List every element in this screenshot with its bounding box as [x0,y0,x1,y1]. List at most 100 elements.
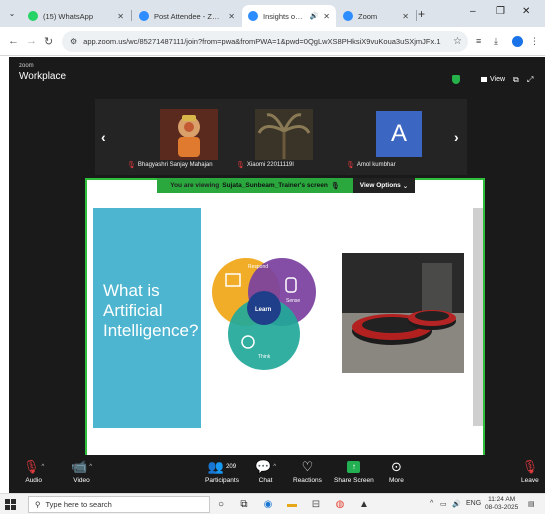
participant-label: 🎙 Bhagyashri Sanjay Mahajan [127,162,213,169]
volume-icon[interactable]: 🔊 [452,500,461,508]
participant-thumb-bhagyashri [160,109,218,160]
download-icon[interactable]: ⤓ [494,36,498,47]
screen-share-banner: You are viewing Sujata_Sunbeam_Trainer's… [157,178,353,193]
bookmark-star-icon[interactable]: ☆ [453,36,462,47]
mic-muted-icon: 🎙 [23,459,40,474]
windows-start-icon[interactable] [5,499,16,510]
tab-insights-on-ai[interactable]: Insights on AI 🔊 ✕ [242,5,336,27]
close-icon[interactable]: ✕ [402,12,409,21]
photos-icon[interactable]: ▲ [357,498,371,512]
chat-button[interactable]: 💬 ^ Chat [255,459,276,485]
fullscreen-icon[interactable]: ⤢ [527,75,533,85]
ai-venn-diagram: Respond Sense Learn Think [212,258,316,370]
browser-tab-bar: ⌄ (15) WhatsApp ✕ Post Attendee - Zoom ✕… [0,0,545,27]
zoom-icon [248,11,258,21]
slide-title: What is Artificial Intelligence? [103,281,199,340]
close-icon[interactable]: ✕ [117,12,124,21]
tab-separator [131,10,132,21]
close-icon[interactable]: ✕ [228,12,235,21]
participant-thumb-xiaomi [255,109,313,160]
store-icon[interactable]: ⊟ [309,498,323,512]
restore-button[interactable]: ❐ [496,6,505,17]
speaker-icon[interactable]: 🔊 [310,12,319,20]
notification-icon[interactable]: ▤ [528,500,535,508]
participant-avatar-amol: A [376,111,422,157]
audio-button[interactable]: 🎙 ^ Audio [23,459,45,485]
meeting-toolbar: 🎙 ^ Audio 📹 ^ Video 👥 209 Participants 💬 ^ C… [9,455,545,493]
share-screen-icon: ↑ [347,461,361,473]
close-window-button[interactable]: ✕ [522,6,530,17]
robot-vacuum-image [342,253,464,373]
venn-label-top: Respond [248,264,268,270]
tab-search-chevron-icon[interactable]: ⌄ [6,8,18,20]
palm-image [255,109,313,160]
zoom-meeting-window: zoom Workplace View ⧉ ⤢ ‹ 🎙 Bhagyashri S… [9,57,545,493]
chevron-down-icon: ⌄ [402,182,409,190]
participant-video-strip: ‹ 🎙 Bhagyashri Sanjay Mahajan 🎙 Xiaomi 2… [95,99,467,175]
leave-button[interactable]: 🎙 Leave [521,459,539,485]
reactions-button[interactable]: ♡ Reactions [293,459,322,485]
slide-scrollbar[interactable] [473,208,483,426]
taskbar-search-box[interactable]: ⚲ Type here to search [28,496,210,513]
security-shield-icon[interactable] [452,75,460,84]
tab-search-icon[interactable]: ≡ [476,36,481,46]
network-icon[interactable]: ▭ [440,500,447,508]
chrome-icon[interactable]: ◍ [333,498,347,512]
mic-muted-icon: 🎙 [236,162,245,169]
more-menu-icon[interactable]: ⋮ [530,36,539,47]
chevron-up-icon[interactable]: ^ [273,460,276,474]
more-dots-icon: ⊙ [390,459,402,474]
minimize-button[interactable]: – [470,6,476,17]
url-text[interactable]: app.zoom.us/wc/85271487111/join?from=pwa… [83,37,447,46]
zoom-logo-small: zoom [19,63,34,69]
forward-arrow-icon[interactable]: → [26,35,37,47]
venn-label-right: Sense [286,298,300,304]
tab-post-attendee[interactable]: Post Attendee - Zoom ✕ [133,5,241,27]
tab-whatsapp[interactable]: (15) WhatsApp ✕ [22,5,130,27]
cortana-icon[interactable]: ○ [214,498,228,512]
venn-label-bottom: Think [258,354,271,360]
zoom-icon [139,11,149,21]
view-button[interactable]: View [481,76,505,83]
share-screen-button[interactable]: ↑ Share Screen [334,459,374,484]
participants-button[interactable]: 👥 209 Participants [205,459,239,485]
grid-icon [481,77,487,82]
chat-icon: 💬 [255,459,272,474]
video-button[interactable]: 📹 ^ Video [71,459,92,485]
view-options-button[interactable]: View Options ⌄ [353,178,415,193]
participant-label: 🎙 Amol kumbhar [346,162,396,169]
venn-label-center: Learn [255,307,272,313]
leave-icon: 🎙 [521,459,539,474]
participants-count: 209 [226,464,237,470]
slide-title-panel: What is Artificial Intelligence? [93,208,201,428]
back-arrow-icon[interactable]: ← [8,35,19,47]
zoom-workplace-logo: Workplace [19,71,67,82]
tray-chevron-up-icon[interactable]: ^ [430,500,433,507]
reload-icon[interactable]: ↻ [44,35,53,48]
address-bar[interactable]: ⚙ app.zoom.us/wc/85271487111/join?from=p… [62,31,468,52]
whatsapp-icon [28,11,38,21]
language-indicator[interactable]: ENG [466,500,481,507]
search-icon: ⚲ [35,500,41,509]
mic-muted-icon: 🎙 [127,162,136,169]
chevron-right-icon[interactable]: › [454,129,459,145]
chevron-left-icon[interactable]: ‹ [101,129,106,145]
close-icon[interactable]: ✕ [323,12,330,21]
file-explorer-icon[interactable]: ▬ [285,498,299,512]
edge-icon[interactable]: ◉ [261,498,275,512]
tab-zoom[interactable]: Zoom ✕ [337,5,415,27]
taskbar-clock[interactable]: 11:24 AM 08-03-2025 [485,496,518,512]
shared-screen: What is Artificial Intelligence? Respond… [85,178,485,458]
chevron-up-icon[interactable]: ^ [89,460,92,474]
profile-avatar[interactable] [512,36,523,47]
pip-icon[interactable]: ⧉ [513,75,519,85]
task-view-icon[interactable]: ⧉ [237,498,251,512]
new-tab-button[interactable]: + [418,7,425,21]
windows-taskbar: ⚲ Type here to search ○ ⧉ ◉ ▬ ⊟ ◍ ▲ ^ ▭ … [0,493,545,514]
chevron-up-icon[interactable]: ^ [42,460,45,474]
heart-icon: ♡ [301,459,314,474]
zoom-icon [343,11,353,21]
more-button[interactable]: ⊙ More [389,459,404,485]
tab-separator [416,10,417,21]
site-info-icon[interactable]: ⚙ [70,37,77,46]
